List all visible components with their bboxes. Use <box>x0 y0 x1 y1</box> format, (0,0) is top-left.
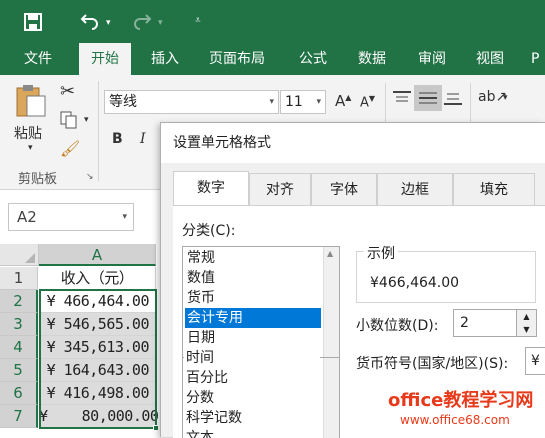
name-box[interactable]: A2 ▾ <box>8 203 134 231</box>
ribbon-tabs: 文件 开始 插入 页面布局 公式 数据 审阅 视图 P <box>0 43 545 75</box>
tab-font[interactable]: 字体 <box>311 173 377 205</box>
group-divider <box>98 81 99 181</box>
shrink-font-label: A <box>360 95 369 111</box>
list-item[interactable]: 常规 <box>185 248 321 268</box>
watermark-url: www.office68.com <box>400 413 510 427</box>
grow-font-button[interactable]: A▲ <box>335 92 351 110</box>
bold-button[interactable]: B <box>112 131 123 147</box>
selection-border <box>39 289 157 429</box>
decimal-places-stepper[interactable]: 2 ▲ ▼ <box>453 309 537 337</box>
list-item[interactable]: 日期 <box>185 328 321 348</box>
format-painter-icon[interactable]: 🖌 <box>60 139 80 158</box>
list-item-selected[interactable]: 会计专用 <box>185 308 321 328</box>
decimal-places-label: 小数位数(D): <box>356 318 439 334</box>
cut-icon[interactable]: ✂ <box>60 81 75 102</box>
corner-triangle-icon <box>25 253 35 263</box>
scroll-up-icon[interactable]: ▲ <box>327 249 333 258</box>
tab-view[interactable]: 视图 <box>474 43 506 75</box>
tab-formulas[interactable]: 公式 <box>297 43 329 75</box>
font-name-value: 等线 <box>109 94 137 110</box>
shrink-font-button[interactable]: A▼ <box>360 94 375 110</box>
tab-data[interactable]: 数据 <box>356 43 388 75</box>
tab-border[interactable]: 边框 <box>377 173 453 205</box>
font-name-select[interactable]: 等线 ▾ <box>104 90 279 114</box>
currency-symbol-select[interactable]: ¥ <box>525 347 545 375</box>
paste-dropdown-icon[interactable]: ▾ <box>28 143 33 153</box>
row-header[interactable]: 3 <box>0 313 38 336</box>
align-top-icon[interactable] <box>392 89 412 111</box>
list-item[interactable]: 货币 <box>185 288 321 308</box>
tab-review[interactable]: 审阅 <box>416 43 448 75</box>
redo-icon <box>132 12 152 34</box>
chevron-down-icon: ▾ <box>122 212 127 222</box>
tab-fill[interactable]: 填充 <box>453 173 535 205</box>
row-header[interactable]: 2 <box>0 290 38 313</box>
select-all-corner[interactable] <box>0 244 39 266</box>
sample-label: 示例 <box>364 243 398 263</box>
category-list-border <box>182 358 340 438</box>
increment-icon[interactable]: ▲ <box>516 310 536 323</box>
tab-alignment[interactable]: 对齐 <box>249 173 311 205</box>
font-size-value: 11 <box>285 94 303 110</box>
watermark-title: office教程学习网 <box>388 390 534 411</box>
list-item[interactable]: 数值 <box>185 268 321 288</box>
category-list[interactable]: 常规 数值 货币 会计专用 日期 ▲ <box>182 246 340 358</box>
italic-button[interactable]: I <box>140 131 146 147</box>
tab-home[interactable]: 开始 <box>79 43 131 75</box>
group-divider <box>385 83 386 123</box>
category-label: 分类(C): <box>182 223 236 239</box>
orientation-dropdown-icon[interactable]: ▾ <box>503 93 508 103</box>
name-box-value: A2 <box>17 208 37 226</box>
tab-more[interactable]: P <box>529 43 541 75</box>
currency-symbol-value: ¥ <box>531 353 540 369</box>
currency-symbol-label: 货币符号(国家/地区)(S): <box>356 356 509 372</box>
font-size-select[interactable]: 11 ▾ <box>280 90 326 114</box>
tab-number[interactable]: 数字 <box>173 171 249 205</box>
decimal-places-value: 2 <box>460 315 469 331</box>
undo-dropdown-icon[interactable]: ▾ <box>106 14 111 32</box>
column-header-a[interactable]: A <box>39 244 156 266</box>
undo-icon[interactable] <box>80 12 100 34</box>
paste-icon[interactable] <box>14 83 48 123</box>
fill-handle[interactable] <box>153 425 159 431</box>
tab-insert[interactable]: 插入 <box>149 43 181 75</box>
align-middle-icon[interactable] <box>414 85 442 111</box>
clipboard-group-label: 剪贴板 <box>18 172 58 187</box>
row-header[interactable]: 7 <box>0 405 38 428</box>
row-header[interactable]: 4 <box>0 336 38 359</box>
align-bottom-icon[interactable] <box>443 89 463 111</box>
customize-icon[interactable]: ⩡ <box>195 12 201 30</box>
group-divider <box>470 83 471 123</box>
row-header[interactable]: 6 <box>0 382 38 405</box>
dialog-title: 设置单元格格式 <box>161 123 545 163</box>
copy-icon[interactable] <box>60 111 78 133</box>
decrement-icon[interactable]: ▼ <box>516 323 536 336</box>
row-header[interactable]: 1 <box>0 267 38 290</box>
chevron-down-icon: ▾ <box>269 97 274 107</box>
tab-file[interactable]: 文件 <box>22 43 54 75</box>
quick-access-toolbar: ▾ ▾ ⩡ <box>0 0 545 43</box>
chevron-down-icon: ▾ <box>316 97 321 107</box>
dialog-launcher-icon[interactable]: ↘ <box>86 172 94 182</box>
category-scrollbar[interactable]: ▲ <box>323 247 339 357</box>
paste-button-label[interactable]: 粘贴 <box>14 123 42 143</box>
cell-a1[interactable]: 收入（元） <box>39 267 156 290</box>
category-scrollbar-lower[interactable] <box>323 358 339 438</box>
tab-page-layout[interactable]: 页面布局 <box>207 43 267 75</box>
save-icon[interactable] <box>24 13 42 35</box>
redo-dropdown-icon: ▾ <box>158 18 163 28</box>
grow-font-label: A <box>335 92 346 110</box>
sample-value: ¥466,464.00 <box>370 275 460 291</box>
row-header[interactable]: 5 <box>0 359 38 382</box>
copy-dropdown-icon[interactable]: ▾ <box>84 115 89 125</box>
